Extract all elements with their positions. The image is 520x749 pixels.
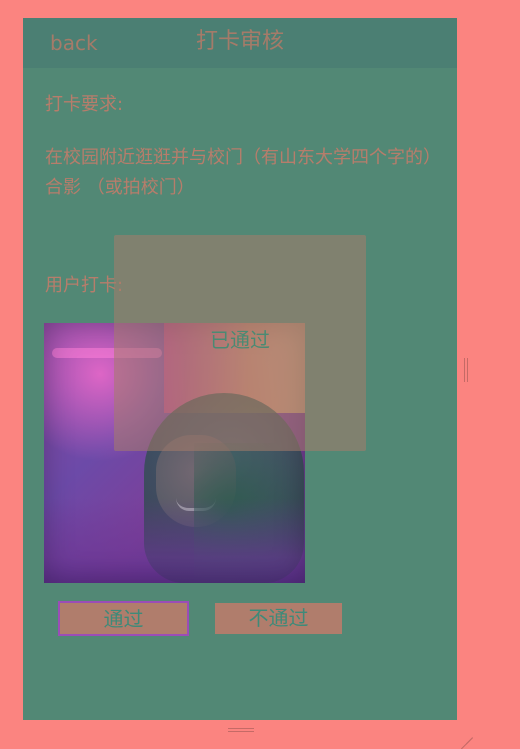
- bottom-drag-handle-icon[interactable]: [228, 727, 254, 733]
- phone-screen: back 打卡审核 打卡要求: 在校园附近逛逛并与校门（有山东大学四个字的）合影…: [23, 18, 457, 720]
- pass-button[interactable]: 通过: [58, 601, 189, 636]
- approval-status-toast: 已通过: [114, 235, 366, 451]
- fail-button[interactable]: 不通过: [215, 603, 342, 634]
- requirement-label: 打卡要求:: [45, 94, 124, 115]
- approval-status-text: 已通过: [210, 328, 270, 352]
- side-drag-handle-icon[interactable]: [463, 358, 469, 382]
- user-checkin-label: 用户打卡:: [45, 275, 124, 296]
- top-bar: back 打卡审核: [23, 18, 457, 68]
- page-title: 打卡审核: [195, 29, 284, 54]
- requirement-text: 在校园附近逛逛并与校门（有山东大学四个字的）合影 （或拍校门）: [45, 147, 432, 198]
- resize-grip-icon[interactable]: [459, 724, 473, 749]
